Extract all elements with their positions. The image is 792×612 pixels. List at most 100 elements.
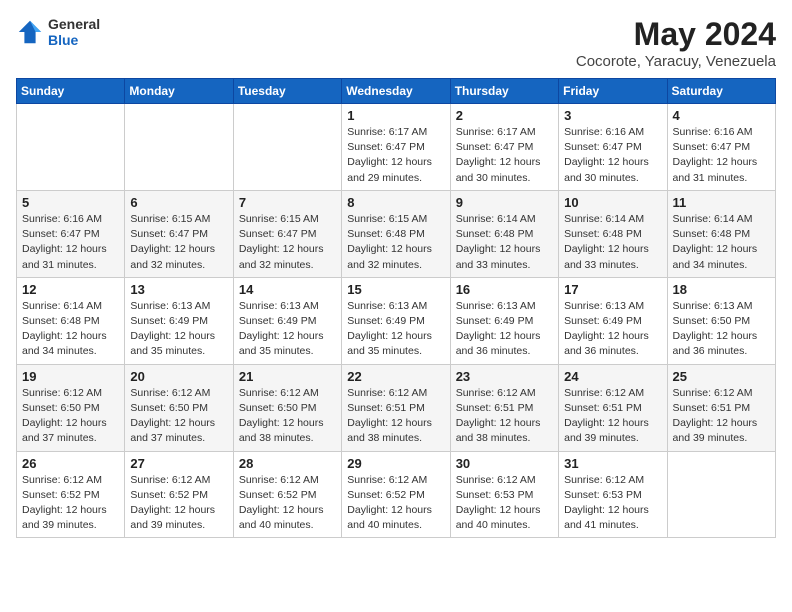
day-info: Sunrise: 6:12 AM Sunset: 6:50 PM Dayligh… <box>239 386 336 447</box>
day-number: 2 <box>456 108 553 123</box>
calendar-cell: 23 Sunrise: 6:12 AM Sunset: 6:51 PM Dayli… <box>450 364 558 451</box>
calendar-cell: 22 Sunrise: 6:12 AM Sunset: 6:51 PM Dayli… <box>342 364 450 451</box>
day-number: 3 <box>564 108 661 123</box>
calendar-cell: 27 Sunrise: 6:12 AM Sunset: 6:52 PM Dayli… <box>125 451 233 538</box>
day-number: 7 <box>239 195 336 210</box>
day-number: 21 <box>239 369 336 384</box>
day-number: 22 <box>347 369 444 384</box>
calendar-cell: 30Sunrise: 6:12 AM Sunset: 6:53 PM Dayli… <box>450 451 558 538</box>
location-text: Cocorote, Yaracuy, Venezuela <box>576 53 776 70</box>
day-number: 25 <box>673 369 770 384</box>
day-number: 10 <box>564 195 661 210</box>
day-number: 14 <box>239 282 336 297</box>
calendar-cell: 8 Sunrise: 6:15 AM Sunset: 6:48 PM Daylig… <box>342 190 450 277</box>
day-number: 26 <box>22 456 119 471</box>
weekday-header-tuesday: Tuesday <box>233 79 341 104</box>
day-info: Sunrise: 6:14 AM Sunset: 6:48 PM Dayligh… <box>564 212 661 273</box>
day-number: 28 <box>239 456 336 471</box>
day-number: 11 <box>673 195 770 210</box>
calendar-cell: 19 Sunrise: 6:12 AM Sunset: 6:50 PM Dayli… <box>17 364 125 451</box>
calendar-cell: 25 Sunrise: 6:12 AM Sunset: 6:51 PM Dayli… <box>667 364 775 451</box>
day-info: Sunrise: 6:16 AM Sunset: 6:47 PM Dayligh… <box>564 125 661 186</box>
day-info: Sunrise: 6:12 AM Sunset: 6:51 PM Dayligh… <box>673 386 770 447</box>
calendar-cell: 5 Sunrise: 6:16 AM Sunset: 6:47 PM Daylig… <box>17 190 125 277</box>
calendar-cell: 31 Sunrise: 6:12 AM Sunset: 6:53 PM Dayli… <box>559 451 667 538</box>
day-info: Sunrise: 6:17 AM Sunset: 6:47 PM Dayligh… <box>456 125 553 186</box>
calendar-cell: 11 Sunrise: 6:14 AM Sunset: 6:48 PM Dayli… <box>667 190 775 277</box>
day-number: 19 <box>22 369 119 384</box>
calendar-cell: 26 Sunrise: 6:12 AM Sunset: 6:52 PM Dayli… <box>17 451 125 538</box>
logo-general-text: General <box>48 16 100 32</box>
logo-icon <box>16 18 44 46</box>
calendar-cell: 10 Sunrise: 6:14 AM Sunset: 6:48 PM Dayli… <box>559 190 667 277</box>
day-info: Sunrise: 6:12 AM Sunset: 6:50 PM Dayligh… <box>130 386 227 447</box>
weekday-header-friday: Friday <box>559 79 667 104</box>
calendar-week-row: 19 Sunrise: 6:12 AM Sunset: 6:50 PM Dayli… <box>17 364 776 451</box>
day-info: Sunrise: 6:14 AM Sunset: 6:48 PM Dayligh… <box>673 212 770 273</box>
day-number: 5 <box>22 195 119 210</box>
calendar-week-row: 1Sunrise: 6:17 AM Sunset: 6:47 PM Daylig… <box>17 104 776 191</box>
day-number: 16 <box>456 282 553 297</box>
day-info: Sunrise: 6:16 AM Sunset: 6:47 PM Dayligh… <box>673 125 770 186</box>
day-info: Sunrise: 6:13 AM Sunset: 6:49 PM Dayligh… <box>564 299 661 360</box>
weekday-header-thursday: Thursday <box>450 79 558 104</box>
day-info: Sunrise: 6:16 AM Sunset: 6:47 PM Dayligh… <box>22 212 119 273</box>
day-info: Sunrise: 6:12 AM Sunset: 6:51 PM Dayligh… <box>347 386 444 447</box>
day-info: Sunrise: 6:12 AM Sunset: 6:52 PM Dayligh… <box>239 473 336 534</box>
day-info: Sunrise: 6:12 AM Sunset: 6:50 PM Dayligh… <box>22 386 119 447</box>
weekday-header-sunday: Sunday <box>17 79 125 104</box>
day-number: 12 <box>22 282 119 297</box>
logo-text: General Blue <box>48 16 100 48</box>
day-number: 31 <box>564 456 661 471</box>
calendar-cell <box>667 451 775 538</box>
calendar-cell <box>125 104 233 191</box>
day-info: Sunrise: 6:15 AM Sunset: 6:48 PM Dayligh… <box>347 212 444 273</box>
logo: General Blue <box>16 16 100 48</box>
calendar-cell: 4 Sunrise: 6:16 AM Sunset: 6:47 PM Daylig… <box>667 104 775 191</box>
page-header: General Blue May 2024 Cocorote, Yaracuy,… <box>16 16 776 70</box>
day-info: Sunrise: 6:13 AM Sunset: 6:49 PM Dayligh… <box>456 299 553 360</box>
day-number: 13 <box>130 282 227 297</box>
day-number: 30 <box>456 456 553 471</box>
calendar-cell: 1Sunrise: 6:17 AM Sunset: 6:47 PM Daylig… <box>342 104 450 191</box>
day-number: 23 <box>456 369 553 384</box>
day-info: Sunrise: 6:15 AM Sunset: 6:47 PM Dayligh… <box>130 212 227 273</box>
day-info: Sunrise: 6:13 AM Sunset: 6:49 PM Dayligh… <box>130 299 227 360</box>
calendar-cell: 24 Sunrise: 6:12 AM Sunset: 6:51 PM Dayli… <box>559 364 667 451</box>
weekday-header-row: SundayMondayTuesdayWednesdayThursdayFrid… <box>17 79 776 104</box>
day-number: 6 <box>130 195 227 210</box>
day-info: Sunrise: 6:15 AM Sunset: 6:47 PM Dayligh… <box>239 212 336 273</box>
calendar-cell <box>17 104 125 191</box>
calendar-cell: 28 Sunrise: 6:12 AM Sunset: 6:52 PM Dayli… <box>233 451 341 538</box>
day-number: 27 <box>130 456 227 471</box>
calendar-cell: 14Sunrise: 6:13 AM Sunset: 6:49 PM Dayli… <box>233 277 341 364</box>
calendar-cell: 20Sunrise: 6:12 AM Sunset: 6:50 PM Dayli… <box>125 364 233 451</box>
day-info: Sunrise: 6:14 AM Sunset: 6:48 PM Dayligh… <box>456 212 553 273</box>
day-info: Sunrise: 6:12 AM Sunset: 6:53 PM Dayligh… <box>564 473 661 534</box>
day-info: Sunrise: 6:12 AM Sunset: 6:52 PM Dayligh… <box>22 473 119 534</box>
calendar-week-row: 5 Sunrise: 6:16 AM Sunset: 6:47 PM Daylig… <box>17 190 776 277</box>
day-info: Sunrise: 6:12 AM Sunset: 6:52 PM Dayligh… <box>130 473 227 534</box>
calendar-cell <box>233 104 341 191</box>
day-info: Sunrise: 6:13 AM Sunset: 6:50 PM Dayligh… <box>673 299 770 360</box>
calendar-cell: 7 Sunrise: 6:15 AM Sunset: 6:47 PM Daylig… <box>233 190 341 277</box>
calendar-cell: 29Sunrise: 6:12 AM Sunset: 6:52 PM Dayli… <box>342 451 450 538</box>
calendar-cell: 16 Sunrise: 6:13 AM Sunset: 6:49 PM Dayli… <box>450 277 558 364</box>
day-number: 18 <box>673 282 770 297</box>
calendar-cell: 6 Sunrise: 6:15 AM Sunset: 6:47 PM Daylig… <box>125 190 233 277</box>
calendar-week-row: 26 Sunrise: 6:12 AM Sunset: 6:52 PM Dayli… <box>17 451 776 538</box>
calendar-cell: 17 Sunrise: 6:13 AM Sunset: 6:49 PM Dayli… <box>559 277 667 364</box>
weekday-header-saturday: Saturday <box>667 79 775 104</box>
day-info: Sunrise: 6:12 AM Sunset: 6:51 PM Dayligh… <box>456 386 553 447</box>
calendar-cell: 18 Sunrise: 6:13 AM Sunset: 6:50 PM Dayli… <box>667 277 775 364</box>
day-number: 17 <box>564 282 661 297</box>
month-title: May 2024 <box>576 16 776 53</box>
weekday-header-monday: Monday <box>125 79 233 104</box>
day-info: Sunrise: 6:12 AM Sunset: 6:51 PM Dayligh… <box>564 386 661 447</box>
day-number: 8 <box>347 195 444 210</box>
day-number: 15 <box>347 282 444 297</box>
calendar-cell: 15Sunrise: 6:13 AM Sunset: 6:49 PM Dayli… <box>342 277 450 364</box>
day-info: Sunrise: 6:17 AM Sunset: 6:47 PM Dayligh… <box>347 125 444 186</box>
day-number: 24 <box>564 369 661 384</box>
day-number: 4 <box>673 108 770 123</box>
